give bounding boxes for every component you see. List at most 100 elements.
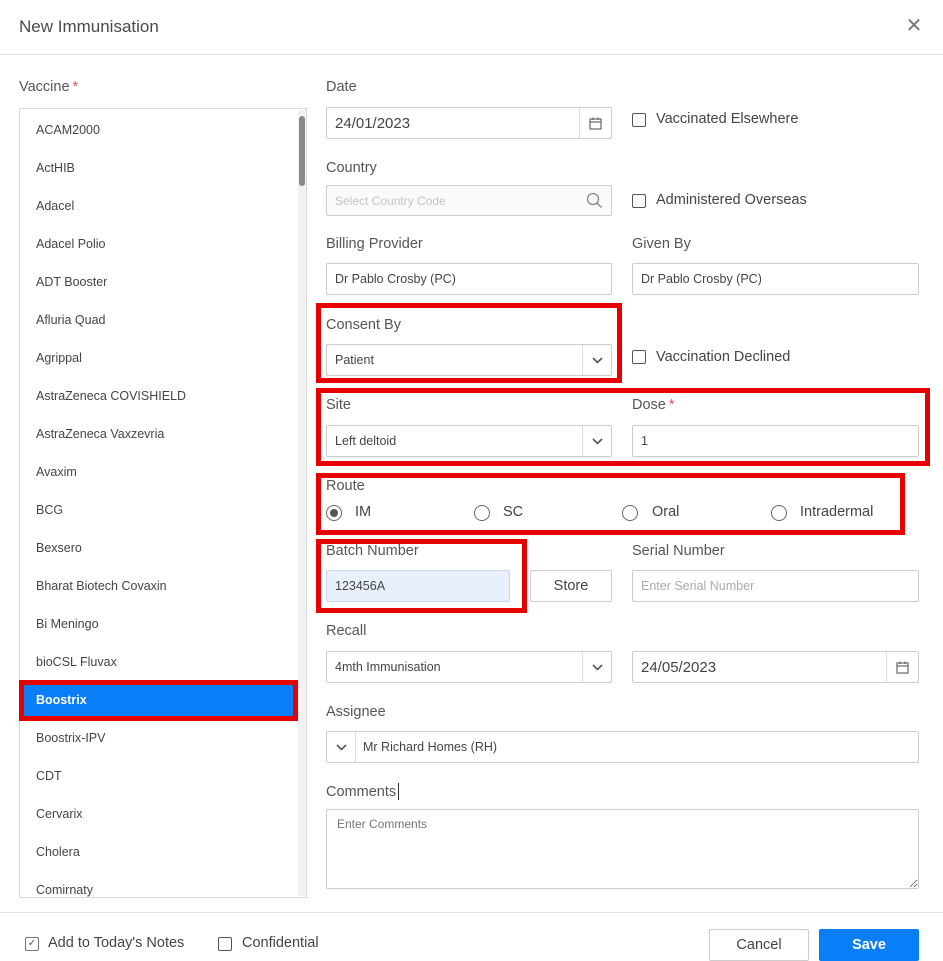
dose-input[interactable]: 1 — [632, 425, 919, 457]
vaccine-list-item[interactable]: ACAM2000 — [20, 114, 298, 146]
vaccine-list-item[interactable]: Cholera — [20, 836, 298, 868]
given-by-input[interactable]: Dr Pablo Crosby (PC) — [632, 263, 919, 295]
vaccine-label: Vaccine * — [19, 79, 78, 95]
route-radio-sc[interactable] — [474, 505, 490, 521]
store-button[interactable]: Store — [530, 570, 612, 602]
dose-value: 1 — [641, 434, 648, 448]
comments-textarea[interactable] — [326, 809, 919, 889]
recall-select[interactable]: 4mth Immunisation — [326, 651, 612, 683]
billing-provider-value: Dr Pablo Crosby (PC) — [335, 272, 456, 286]
date-input[interactable]: 24/01/2023 — [326, 107, 612, 139]
billing-provider-label: Billing Provider — [326, 236, 423, 252]
serial-number-input[interactable]: Enter Serial Number — [632, 570, 919, 602]
route-option-im: IM — [355, 504, 372, 520]
confidential-checkbox[interactable] — [218, 937, 232, 951]
footer-divider — [0, 912, 943, 913]
date-label: Date — [326, 79, 357, 95]
recall-date-value: 24/05/2023 — [641, 658, 717, 676]
site-label: Site — [326, 397, 351, 413]
vaccine-list-scrollbar-thumb[interactable] — [299, 116, 305, 186]
cancel-button[interactable]: Cancel — [709, 929, 809, 961]
vaccination-declined-checkbox[interactable] — [632, 350, 646, 364]
route-option-intradermal: Intradermal — [800, 504, 874, 520]
site-value: Left deltoid — [335, 434, 397, 448]
date-value: 24/01/2023 — [335, 114, 411, 132]
administered-overseas-checkbox[interactable] — [632, 194, 646, 208]
serial-number-label: Serial Number — [632, 543, 725, 559]
vaccine-list-item[interactable]: Boostrix-IPV — [20, 722, 298, 754]
calendar-icon[interactable] — [579, 108, 611, 138]
vaccinated-elsewhere-label: Vaccinated Elsewhere — [656, 111, 799, 127]
consent-by-label: Consent By — [326, 317, 401, 333]
serial-number-placeholder: Enter Serial Number — [641, 579, 755, 593]
given-by-value: Dr Pablo Crosby (PC) — [641, 272, 762, 286]
vaccine-list-item[interactable]: ActHIB — [20, 152, 298, 184]
vaccine-list-item[interactable]: Bi Meningo — [20, 608, 298, 640]
batch-number-value: 123456A — [335, 579, 386, 593]
add-to-notes-label: Add to Today's Notes — [48, 935, 185, 951]
vaccinated-elsewhere-checkbox[interactable] — [632, 113, 646, 127]
given-by-label: Given By — [632, 236, 691, 252]
batch-number-input[interactable]: 123456A — [326, 570, 510, 602]
text-cursor — [398, 783, 399, 800]
vaccine-list-item[interactable]: Avaxim — [20, 456, 298, 488]
recall-value: 4mth Immunisation — [335, 660, 441, 674]
vaccine-list-item[interactable]: Bexsero — [20, 532, 298, 564]
chevron-down-icon[interactable] — [582, 652, 611, 682]
confidential-label: Confidential — [242, 935, 319, 951]
route-radio-im[interactable] — [326, 505, 342, 521]
chevron-down-icon[interactable] — [327, 732, 356, 762]
vaccine-list-item[interactable]: Adacel — [20, 190, 298, 222]
consent-by-select[interactable]: Patient — [326, 344, 612, 376]
add-to-notes-checkbox[interactable]: ✓ — [25, 937, 39, 951]
route-option-sc: SC — [503, 504, 524, 520]
dose-label-text: Dose — [632, 397, 666, 413]
dose-label: Dose * — [632, 397, 675, 413]
vaccination-declined-label: Vaccination Declined — [656, 349, 791, 365]
vaccine-list-item[interactable]: CDT — [20, 760, 298, 792]
vaccine-label-text: Vaccine — [19, 79, 70, 95]
vaccine-list-scrollbar[interactable] — [298, 110, 306, 896]
chevron-down-icon[interactable] — [582, 345, 611, 375]
billing-provider-input[interactable]: Dr Pablo Crosby (PC) — [326, 263, 612, 295]
assignee-value: Mr Richard Homes (RH) — [363, 740, 498, 754]
vaccine-list-item[interactable]: Comirnaty — [20, 874, 298, 897]
route-option-oral: Oral — [652, 504, 680, 520]
vaccine-list-item[interactable]: Bharat Biotech Covaxin — [20, 570, 298, 602]
search-icon[interactable] — [586, 192, 603, 212]
consent-by-value: Patient — [335, 353, 374, 367]
vaccine-list-item[interactable]: Boostrix — [20, 684, 298, 716]
country-placeholder: Select Country Code — [335, 193, 446, 208]
vaccine-list-item[interactable]: Afluria Quad — [20, 304, 298, 336]
required-mark: * — [668, 397, 675, 413]
save-button[interactable]: Save — [819, 929, 919, 961]
vaccine-list-item[interactable]: AstraZeneca COVISHIELD — [20, 380, 298, 412]
route-radio-oral[interactable] — [622, 505, 638, 521]
vaccine-list-item[interactable]: BCG — [20, 494, 298, 526]
assignee-select[interactable]: Mr Richard Homes (RH) — [326, 731, 919, 763]
assignee-label: Assignee — [326, 704, 386, 720]
route-label: Route — [326, 478, 365, 494]
dialog-title: New Immunisation — [19, 17, 159, 36]
site-select[interactable]: Left deltoid — [326, 425, 612, 457]
administered-overseas-label: Administered Overseas — [656, 192, 807, 208]
vaccine-list-item[interactable]: AstraZeneca Vaxzevria — [20, 418, 298, 450]
vaccine-list-item[interactable]: Adacel Polio — [20, 228, 298, 260]
required-mark: * — [72, 79, 79, 95]
vaccine-list-item[interactable]: Cervarix — [20, 798, 298, 830]
vaccine-list-item[interactable]: bioCSL Fluvax — [20, 646, 298, 678]
batch-number-label: Batch Number — [326, 543, 419, 559]
route-radio-intradermal[interactable] — [771, 505, 787, 521]
header-divider — [0, 54, 943, 55]
country-label: Country — [326, 160, 377, 176]
recall-label: Recall — [326, 623, 367, 639]
chevron-down-icon[interactable] — [582, 426, 611, 456]
vaccine-list-item[interactable]: ADT Booster — [20, 266, 298, 298]
close-icon[interactable]: ✕ — [903, 15, 925, 37]
vaccine-list[interactable]: ACAM2000 ActHIB Adacel Adacel Polio ADT Boos… — [19, 108, 307, 898]
recall-date-input[interactable]: 24/05/2023 — [632, 651, 919, 683]
country-input[interactable]: Select Country Code — [326, 185, 612, 216]
vaccine-list-item[interactable]: Agrippal — [20, 342, 298, 374]
comments-label: Comments — [326, 784, 397, 800]
calendar-icon[interactable] — [886, 652, 918, 682]
